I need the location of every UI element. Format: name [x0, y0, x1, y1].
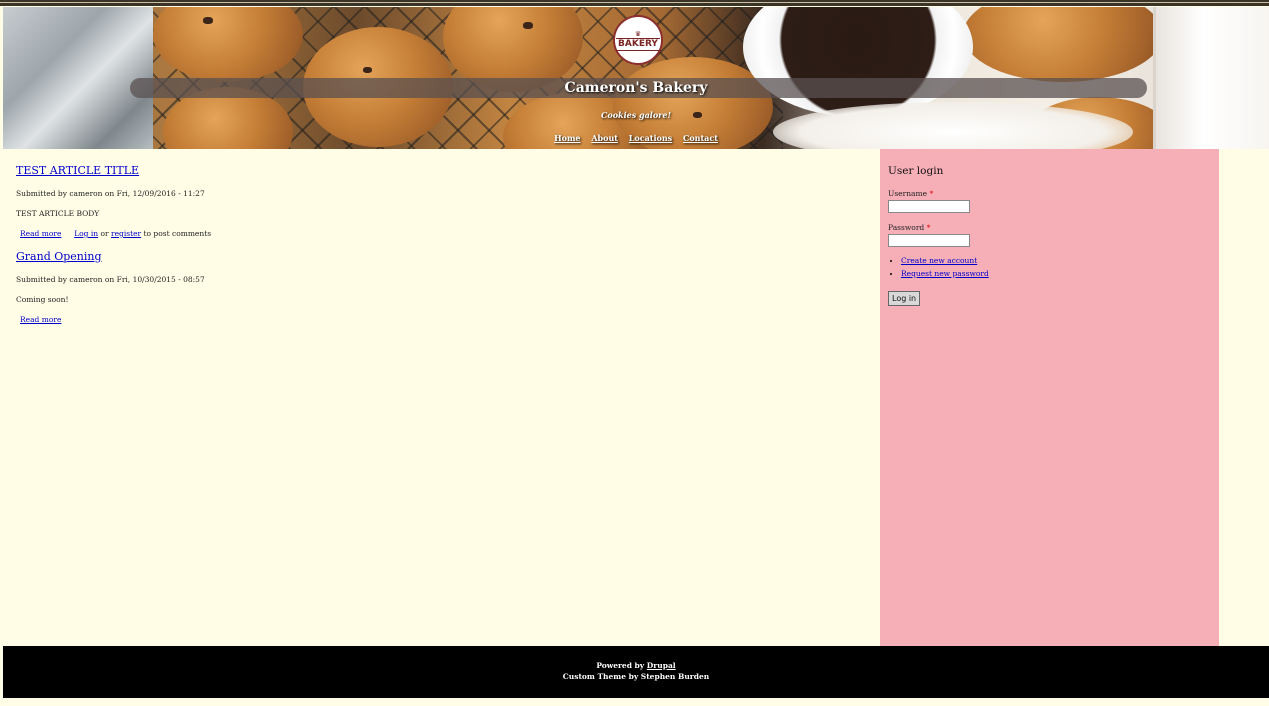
site-name[interactable]: Cameron's Bakery [3, 78, 1269, 98]
article-title[interactable]: TEST ARTICLE TITLE [16, 164, 139, 177]
drupal-link[interactable]: Drupal [647, 661, 676, 670]
menu-item-contact[interactable]: Contact [683, 133, 718, 143]
list-item: Request new password [901, 267, 989, 280]
read-more-link[interactable]: Read more [20, 229, 61, 238]
menu-item-home[interactable]: Home [554, 133, 580, 143]
chocolate-chip [203, 17, 213, 24]
cookie-graphic [963, 7, 1163, 82]
powered-by-line: Powered by Drupal [3, 661, 1269, 670]
site-slogan: Cookies galore! [601, 110, 671, 120]
article-links: Read more Log in or register to post com… [20, 229, 211, 238]
password-label: Password * [888, 223, 930, 232]
password-field[interactable] [888, 234, 970, 247]
or-text: or [100, 229, 109, 238]
chef-hat-icon: ♛ [634, 29, 642, 38]
main-menu: Home About Locations Contact [3, 133, 1269, 143]
create-account-link[interactable]: Create new account [901, 256, 977, 265]
login-button[interactable]: Log in [888, 291, 921, 306]
menu-item-locations[interactable]: Locations [629, 133, 672, 143]
login-links-list: Create new account Request new password [888, 254, 989, 280]
top-border [0, 0, 1269, 6]
required-marker: * [929, 189, 934, 198]
register-link[interactable]: register [111, 229, 141, 238]
login-link[interactable]: Log in [74, 229, 98, 238]
article-title[interactable]: Grand Opening [16, 250, 102, 263]
list-item: Create new account [901, 254, 989, 267]
username-label: Username * [888, 189, 933, 198]
chocolate-chip [363, 67, 372, 73]
bakery-logo[interactable]: ♛ BAKERY [613, 15, 663, 65]
article-submitted: Submitted by cameron on Fri, 10/30/2015 … [16, 275, 205, 284]
request-password-link[interactable]: Request new password [901, 269, 989, 278]
article-submitted: Submitted by cameron on Fri, 12/09/2016 … [16, 189, 205, 198]
password-label-text: Password [888, 223, 925, 232]
required-marker: * [926, 223, 931, 232]
sidebar: User login Username * Password * Create … [880, 149, 1219, 646]
article-body: TEST ARTICLE BODY [16, 209, 100, 218]
site-header: ♛ BAKERY Cameron's Bakery Cookies galore… [3, 7, 1269, 149]
article-body: Coming soon! [16, 295, 69, 304]
login-block-title: User login [888, 165, 944, 177]
username-field[interactable] [888, 200, 970, 213]
theme-credit: Custom Theme by Stephen Burden [562, 672, 710, 681]
article-links: Read more [20, 315, 61, 324]
comment-text: to post comments [143, 229, 212, 238]
site-footer: Powered by Drupal Custom Theme by Stephe… [3, 646, 1269, 698]
main-content: TEST ARTICLE TITLE Submitted by cameron … [3, 149, 880, 646]
username-label-text: Username [888, 189, 928, 198]
right-margin [1219, 149, 1269, 646]
powered-by-text: Powered by [596, 661, 645, 670]
logo-text: BAKERY [616, 37, 660, 51]
menu-item-about[interactable]: About [591, 133, 618, 143]
read-more-link[interactable]: Read more [20, 315, 61, 324]
chocolate-chip [523, 22, 533, 29]
